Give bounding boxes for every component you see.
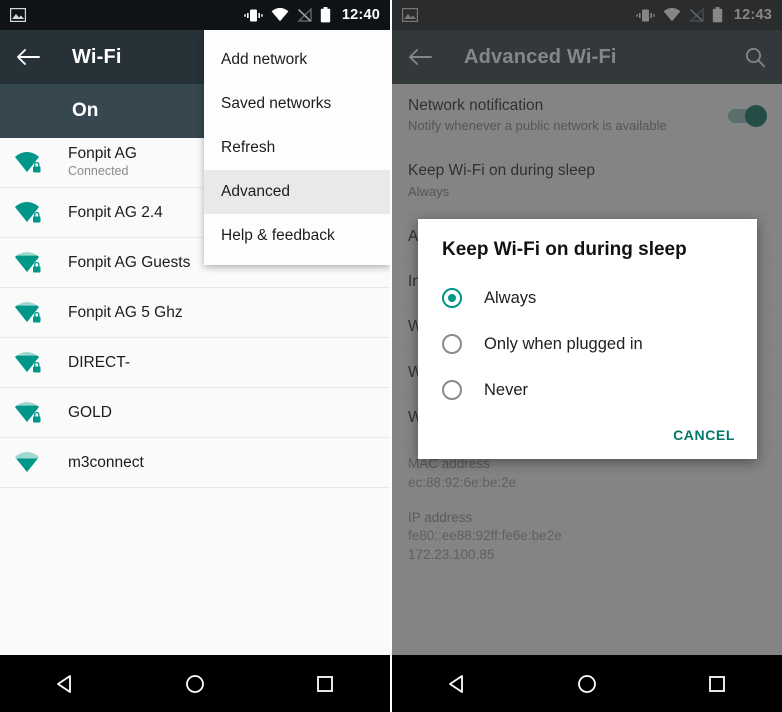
- nav-recents-button-left[interactable]: [290, 673, 360, 695]
- dialog-title: Keep Wi-Fi on during sleep: [442, 239, 687, 260]
- overflow-menu: Add network Saved networks Refresh Advanced…: [204, 30, 390, 265]
- network-text: Fonpit AG 2.4: [68, 204, 163, 222]
- wifi-signal-icon: [15, 301, 41, 322]
- network-list-item[interactable]: Fonpit AG 5 Ghz: [0, 288, 390, 338]
- wifi-signal-icon: [15, 151, 41, 172]
- back-arrow-icon: [17, 49, 40, 65]
- wifi-icon-wrapper: [14, 251, 58, 275]
- back-button-left[interactable]: [16, 48, 50, 66]
- nav-recents-button-right[interactable]: [682, 673, 752, 695]
- overflow-menu-item-label: Help & feedback: [221, 227, 335, 244]
- network-text: GOLD: [68, 404, 112, 422]
- dialog-options: Always Only when plugged in Never: [418, 275, 757, 413]
- network-list-item[interactable]: m3connect: [0, 438, 390, 488]
- overflow-menu-item[interactable]: Advanced: [204, 170, 390, 214]
- recents-square-icon: [709, 675, 725, 692]
- back-triangle-icon: [449, 674, 463, 693]
- wifi-icon-wrapper: [14, 401, 58, 425]
- overflow-menu-item[interactable]: Add network: [204, 38, 390, 82]
- network-list-item[interactable]: DIRECT-: [0, 338, 390, 388]
- dialog-option-label: Only when plugged in: [484, 334, 643, 353]
- page-title-left: Wi-Fi: [72, 45, 122, 68]
- home-circle-icon: [578, 674, 596, 693]
- wifi-signal-icon: [15, 451, 39, 472]
- wifi-icon: [271, 8, 289, 22]
- network-name: DIRECT-: [68, 353, 130, 371]
- nav-home-button-left[interactable]: [160, 673, 230, 695]
- left-phone-screen: 12:40 Wi-Fi On Fonpit AG Connected Fonpi…: [0, 0, 390, 712]
- home-circle-icon: [186, 674, 204, 693]
- nav-back-button-left[interactable]: [30, 673, 100, 695]
- radio-button-icon[interactable]: [442, 288, 462, 308]
- radio-button-icon[interactable]: [442, 334, 462, 354]
- network-list-item[interactable]: GOLD: [0, 388, 390, 438]
- network-text: Fonpit AG Connected: [68, 145, 137, 181]
- network-name: Fonpit AG 5 Ghz: [68, 303, 183, 321]
- nav-bar-left: [0, 655, 390, 712]
- keep-wifi-dialog: Keep Wi-Fi on during sleep Always Only w…: [418, 219, 757, 459]
- wifi-icon-wrapper: [14, 301, 58, 325]
- wifi-icon-wrapper: [14, 151, 58, 175]
- wifi-icon-wrapper: [14, 351, 58, 375]
- dialog-actions: CANCEL: [418, 413, 757, 459]
- overflow-menu-item[interactable]: Saved networks: [204, 82, 390, 126]
- nav-home-button-right[interactable]: [552, 673, 622, 695]
- dialog-option-label: Never: [484, 380, 529, 399]
- dialog-radio-option[interactable]: Only when plugged in: [418, 321, 757, 367]
- recents-square-icon: [317, 675, 333, 692]
- wifi-signal-icon: [15, 201, 41, 222]
- wifi-signal-icon: [15, 401, 41, 422]
- network-status: Connected: [68, 164, 129, 179]
- dialog-radio-option[interactable]: Never: [418, 367, 757, 413]
- right-phone-screen: 12:43 Advanced Wi-Fi Network notificatio…: [392, 0, 782, 712]
- overflow-menu-item-label: Advanced: [221, 183, 290, 200]
- network-name: Fonpit AG 2.4: [68, 203, 163, 221]
- dialog-option-label: Always: [484, 288, 537, 307]
- screenshot-icon: [10, 8, 26, 22]
- vibrate-icon: [244, 9, 263, 21]
- overflow-menu-item[interactable]: Refresh: [204, 126, 390, 170]
- wifi-signal-icon: [15, 351, 41, 372]
- wifi-state-label: On: [72, 100, 99, 121]
- network-name: m3connect: [68, 453, 144, 471]
- overflow-menu-item-label: Refresh: [221, 139, 276, 156]
- wifi-signal-icon: [15, 251, 41, 272]
- status-bar-left-icons: [10, 8, 244, 22]
- network-text: Fonpit AG Guests: [68, 254, 190, 272]
- network-name: Fonpit AG Guests: [68, 253, 191, 271]
- status-bar-left: 12:40: [0, 0, 390, 30]
- cancel-button[interactable]: CANCEL: [673, 427, 735, 443]
- overflow-menu-item-label: Saved networks: [221, 95, 332, 112]
- dialog-radio-option[interactable]: Always: [418, 275, 757, 321]
- network-text: Fonpit AG 5 Ghz: [68, 304, 183, 322]
- status-bar-clock: 12:40: [341, 7, 380, 23]
- network-text: DIRECT-: [68, 354, 130, 372]
- back-triangle-icon: [57, 674, 71, 693]
- nav-back-button-right[interactable]: [422, 673, 492, 695]
- radio-button-icon[interactable]: [442, 380, 462, 400]
- battery-icon: [320, 7, 331, 23]
- network-name: Fonpit AG: [68, 144, 137, 162]
- overflow-menu-item[interactable]: Help & feedback: [204, 214, 390, 258]
- network-text: m3connect: [68, 454, 144, 472]
- wifi-icon-wrapper: [14, 201, 58, 225]
- wifi-icon-wrapper: [14, 451, 58, 475]
- nav-bar-right: [392, 655, 782, 712]
- status-bar-right-icons: 12:40: [244, 7, 380, 23]
- dual-screenshot: 12:40 Wi-Fi On Fonpit AG Connected Fonpi…: [0, 0, 782, 712]
- network-name: GOLD: [68, 403, 112, 421]
- signal-off-icon: [297, 8, 312, 22]
- overflow-menu-item-label: Add network: [221, 51, 308, 68]
